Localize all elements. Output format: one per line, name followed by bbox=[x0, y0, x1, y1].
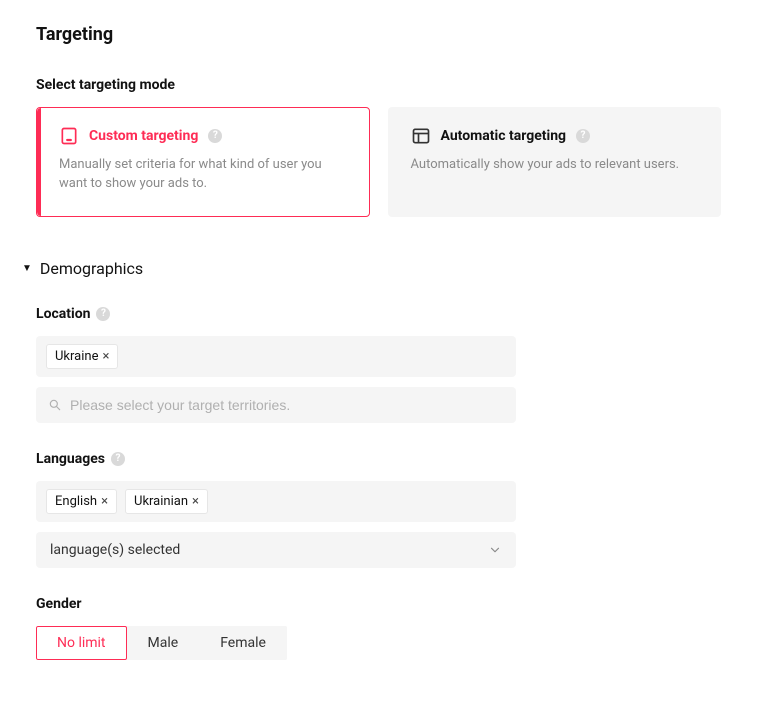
demographics-label: Demographics bbox=[40, 259, 143, 278]
mode-desc-automatic: Automatically show your ads to relevant … bbox=[411, 156, 699, 175]
languages-chips[interactable]: English × Ukrainian × bbox=[36, 481, 516, 522]
language-chip: Ukrainian × bbox=[125, 489, 208, 514]
chip-label: English bbox=[55, 494, 97, 509]
demographics-toggle[interactable]: ▼ Demographics bbox=[22, 259, 721, 278]
mode-card-custom[interactable]: Custom targeting ? Manually set criteria… bbox=[36, 107, 370, 217]
remove-icon[interactable]: × bbox=[192, 494, 199, 509]
location-search[interactable] bbox=[36, 387, 516, 423]
location-label: Location bbox=[36, 306, 90, 322]
language-chip: English × bbox=[46, 489, 117, 514]
languages-select-text: language(s) selected bbox=[50, 542, 180, 558]
location-chip: Ukraine × bbox=[46, 344, 118, 369]
device-icon bbox=[59, 126, 79, 146]
mode-title-automatic: Automatic targeting bbox=[441, 128, 567, 144]
languages-select[interactable]: language(s) selected bbox=[36, 532, 516, 568]
search-icon bbox=[48, 398, 62, 412]
remove-icon[interactable]: × bbox=[102, 349, 109, 364]
languages-field: Languages ? English × Ukrainian × language(… bbox=[36, 451, 721, 568]
help-icon[interactable]: ? bbox=[576, 129, 590, 143]
layout-icon bbox=[411, 126, 431, 146]
location-chips[interactable]: Ukraine × bbox=[36, 336, 516, 377]
chevron-down-icon bbox=[488, 543, 502, 557]
targeting-mode-heading: Select targeting mode bbox=[36, 77, 721, 93]
gender-option[interactable]: No limit bbox=[36, 626, 127, 660]
help-icon[interactable]: ? bbox=[96, 307, 110, 321]
mode-card-automatic[interactable]: Automatic targeting ? Automatically show… bbox=[388, 107, 722, 217]
gender-label: Gender bbox=[36, 596, 82, 612]
page-title: Targeting bbox=[36, 24, 721, 45]
location-search-input[interactable] bbox=[70, 397, 504, 413]
gender-segmented: No limitMaleFemale bbox=[36, 626, 287, 660]
help-icon[interactable]: ? bbox=[208, 129, 222, 143]
languages-label: Languages bbox=[36, 451, 105, 467]
help-icon[interactable]: ? bbox=[111, 452, 125, 466]
gender-field: Gender No limitMaleFemale bbox=[36, 596, 721, 660]
caret-down-icon: ▼ bbox=[22, 263, 32, 274]
remove-icon[interactable]: × bbox=[101, 494, 108, 509]
targeting-mode-options: Custom targeting ? Manually set criteria… bbox=[36, 107, 721, 217]
chip-label: Ukraine bbox=[55, 349, 98, 364]
gender-option[interactable]: Female bbox=[199, 626, 287, 660]
chip-label: Ukrainian bbox=[134, 494, 188, 509]
gender-option[interactable]: Male bbox=[127, 626, 200, 660]
location-field: Location ? Ukraine × bbox=[36, 306, 721, 423]
mode-desc-custom: Manually set criteria for what kind of u… bbox=[59, 156, 347, 194]
mode-title-custom: Custom targeting bbox=[89, 128, 198, 144]
